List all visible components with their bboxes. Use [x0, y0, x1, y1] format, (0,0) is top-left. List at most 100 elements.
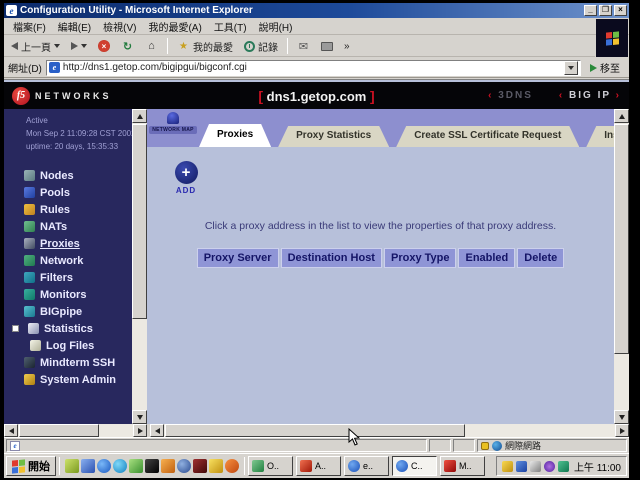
- quick-launch-icon[interactable]: [145, 459, 159, 473]
- minimize-button[interactable]: _: [584, 5, 597, 16]
- scroll-left-button[interactable]: [150, 424, 164, 437]
- scroll-down-icon: [619, 415, 625, 420]
- quick-launch-icon[interactable]: [225, 459, 239, 473]
- column-delete[interactable]: Delete: [517, 248, 564, 268]
- sidebar-item-system-admin[interactable]: System Admin: [4, 371, 132, 388]
- bracket-left: [: [258, 88, 263, 104]
- sidebar-item-network[interactable]: Network: [4, 252, 132, 269]
- links-overflow-button[interactable]: »: [340, 40, 354, 53]
- add-proxy-button[interactable]: +: [175, 161, 198, 184]
- quick-launch-icon[interactable]: [209, 459, 223, 473]
- scroll-right-button[interactable]: [615, 424, 629, 437]
- task-button[interactable]: M..: [440, 456, 485, 476]
- sidebar-item-rules[interactable]: Rules: [4, 201, 132, 218]
- menu-file[interactable]: 檔案(F): [8, 18, 51, 35]
- home-button[interactable]: [141, 39, 162, 54]
- address-input[interactable]: [63, 62, 564, 73]
- sidebar-item-monitors[interactable]: Monitors: [4, 286, 132, 303]
- scroll-up-button[interactable]: [132, 109, 147, 123]
- menu-tools[interactable]: 工具(T): [209, 18, 252, 35]
- mail-button[interactable]: [293, 39, 314, 54]
- tray-icon[interactable]: [502, 461, 513, 472]
- quick-launch-icon[interactable]: [65, 459, 79, 473]
- forward-button[interactable]: [67, 41, 91, 51]
- scroll-down-button[interactable]: [132, 410, 147, 424]
- go-arrow-icon: [590, 64, 597, 72]
- quick-launch-icon[interactable]: [161, 459, 175, 473]
- sidebar-item-log-files[interactable]: Log Files: [4, 337, 132, 354]
- sidebar-item-nodes[interactable]: Nodes: [4, 167, 132, 184]
- sidebar-item-filters[interactable]: Filters: [4, 269, 132, 286]
- main-vertical-scrollbar[interactable]: [614, 109, 629, 424]
- quick-launch-icon[interactable]: [113, 459, 127, 473]
- quick-launch-icon[interactable]: [97, 459, 111, 473]
- sidebar-item-pools[interactable]: Pools: [4, 184, 132, 201]
- refresh-button[interactable]: [117, 39, 138, 54]
- history-button[interactable]: 記錄: [240, 38, 282, 55]
- sidebar-vertical-scrollbar[interactable]: [132, 109, 147, 424]
- task-button[interactable]: e..: [344, 456, 389, 476]
- sidebar-item-mindterm-ssh[interactable]: Mindterm SSH: [4, 354, 132, 371]
- scroll-right-button[interactable]: [133, 424, 147, 437]
- scrollbar-thumb[interactable]: [165, 424, 465, 437]
- back-dropdown-icon[interactable]: [54, 44, 60, 48]
- tab-proxy-statistics[interactable]: Proxy Statistics: [278, 126, 389, 147]
- maximize-button[interactable]: ❐: [599, 5, 612, 16]
- column-proxy-type[interactable]: Proxy Type: [384, 248, 457, 268]
- scrollbar-thumb[interactable]: [132, 124, 147, 319]
- sidebar-horizontal-scrollbar[interactable]: [4, 424, 147, 437]
- start-button[interactable]: 開始: [6, 456, 56, 476]
- status-message-panel: [6, 439, 427, 452]
- tab-proxies[interactable]: Proxies: [199, 124, 271, 147]
- print-button[interactable]: [317, 41, 337, 52]
- tab-install-ssl-certificate[interactable]: Install SSL Certif: [586, 126, 614, 147]
- menu-edit[interactable]: 編輯(E): [53, 18, 96, 35]
- scroll-right-icon: [620, 428, 625, 434]
- task-button[interactable]: A..: [296, 456, 341, 476]
- quick-launch-icon[interactable]: [193, 459, 207, 473]
- main-horizontal-scrollbar[interactable]: [150, 424, 629, 437]
- tray-icon[interactable]: [516, 461, 527, 472]
- toolbar-separator: [167, 38, 168, 54]
- task-button-active[interactable]: C..: [392, 456, 437, 476]
- tray-icon[interactable]: [544, 461, 555, 472]
- scroll-left-button[interactable]: [4, 424, 18, 437]
- network-map-button[interactable]: NETWORK MAP: [151, 112, 195, 142]
- favorites-button[interactable]: 我的最愛: [173, 38, 237, 55]
- sidebar-item-proxies[interactable]: Proxies: [4, 235, 132, 252]
- tray-icon[interactable]: [558, 461, 569, 472]
- forward-dropdown-icon[interactable]: [81, 44, 87, 48]
- task-button[interactable]: O..: [248, 456, 293, 476]
- tab-strip: Proxies Proxy Statistics Create SSL Cert…: [199, 124, 614, 147]
- scroll-down-button[interactable]: [614, 410, 629, 424]
- address-dropdown-button[interactable]: [564, 61, 578, 75]
- expand-icon[interactable]: [12, 325, 19, 332]
- address-bar: 網址(D) 移至: [4, 58, 629, 78]
- tray-icon[interactable]: [530, 461, 541, 472]
- menu-view[interactable]: 檢視(V): [98, 18, 141, 35]
- back-button[interactable]: 上一頁: [7, 38, 64, 55]
- tab-create-ssl-certificate-request[interactable]: Create SSL Certificate Request: [396, 126, 579, 147]
- quick-launch-icon[interactable]: [81, 459, 95, 473]
- quick-launch-icon[interactable]: [177, 459, 191, 473]
- stop-button[interactable]: [94, 39, 114, 53]
- quick-launch-icon[interactable]: [129, 459, 143, 473]
- taskbar-clock: 上午 11:00: [574, 459, 621, 474]
- column-enabled[interactable]: Enabled: [458, 248, 515, 268]
- task-app-icon: [348, 460, 360, 472]
- scrollbar-thumb[interactable]: [614, 124, 629, 354]
- scroll-up-button[interactable]: [614, 109, 629, 123]
- scrollbar-thumb[interactable]: [19, 424, 99, 437]
- go-button[interactable]: 移至: [585, 59, 625, 76]
- sidebar-item-bigpipe[interactable]: BIGpipe: [4, 303, 132, 320]
- column-proxy-server[interactable]: Proxy Server: [197, 248, 279, 268]
- sidebar-item-statistics[interactable]: Statistics: [4, 320, 132, 337]
- menu-help[interactable]: 說明(H): [254, 18, 298, 35]
- sidebar-item-nats[interactable]: NATs: [4, 218, 132, 235]
- menu-favorites[interactable]: 我的最愛(A): [143, 18, 206, 35]
- close-button[interactable]: ×: [614, 5, 627, 16]
- column-destination-host[interactable]: Destination Host: [281, 248, 382, 268]
- status-bar: 網際網路: [4, 437, 629, 453]
- window-titlebar[interactable]: Configuration Utility - Microsoft Intern…: [4, 3, 629, 18]
- add-button-label: ADD: [169, 186, 203, 195]
